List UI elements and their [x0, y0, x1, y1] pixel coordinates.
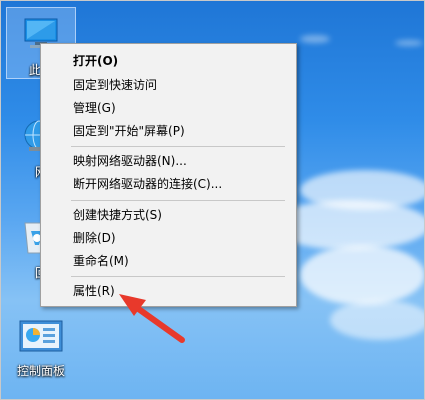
- desktop: 此电 网 回 控制面板 打开(O: [0, 0, 425, 400]
- red-arrow-icon: [119, 294, 185, 343]
